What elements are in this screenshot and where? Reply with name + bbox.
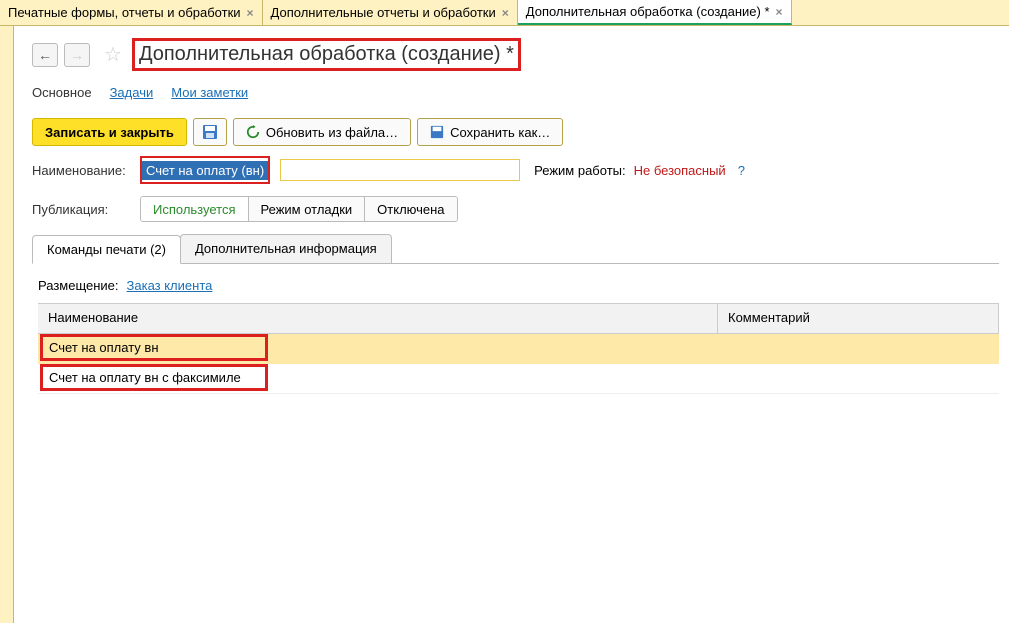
nav-tasks[interactable]: Задачи: [110, 85, 154, 100]
name-input-ext[interactable]: [280, 159, 520, 181]
row-comment: [718, 334, 999, 364]
publication-label: Публикация:: [32, 202, 132, 217]
commands-grid: Наименование Комментарий Счет на оплату …: [38, 303, 999, 394]
name-label: Наименование:: [32, 163, 132, 178]
publication-used[interactable]: Используется: [141, 197, 249, 221]
placement-link[interactable]: Заказ клиента: [127, 278, 213, 293]
save-as-button[interactable]: Сохранить как…: [417, 118, 563, 146]
top-tab-extra-processing[interactable]: Дополнительная обработка (создание) * ×: [518, 0, 792, 25]
placement-label: Размещение:: [38, 278, 119, 293]
tab-extra-info[interactable]: Дополнительная информация: [180, 234, 392, 263]
tab-label: Дополнительные отчеты и обработки: [271, 5, 496, 20]
col-header-name[interactable]: Наименование: [38, 304, 718, 333]
name-value: Счет на оплату (вн): [142, 161, 268, 180]
tab-label: Команды печати (2): [47, 242, 166, 257]
favorite-star-icon[interactable]: ☆: [104, 42, 122, 67]
help-icon[interactable]: ?: [738, 163, 745, 178]
table-row[interactable]: Счет на оплату вн: [38, 334, 999, 364]
tab-label: Печатные формы, отчеты и обработки: [8, 5, 241, 20]
close-icon[interactable]: ×: [247, 6, 254, 20]
tab-label: Дополнительная обработка (создание) *: [526, 4, 770, 19]
save-button[interactable]: [193, 118, 227, 146]
publication-disabled[interactable]: Отключена: [365, 197, 456, 221]
mode-label: Режим работы:: [534, 163, 625, 178]
name-field[interactable]: Счет на оплату (вн): [140, 156, 270, 184]
tab-print-commands[interactable]: Команды печати (2): [32, 235, 181, 264]
tab-label: Дополнительная информация: [195, 241, 377, 256]
table-row[interactable]: Счет на оплату вн с факсимиле: [38, 364, 999, 394]
col-header-comment[interactable]: Комментарий: [718, 304, 999, 333]
refresh-icon: [246, 125, 260, 139]
nav-back-button[interactable]: ←: [32, 43, 58, 67]
button-label: Обновить из файла…: [266, 125, 398, 140]
nav-forward-button: →: [64, 43, 90, 67]
top-tab-extra-reports[interactable]: Дополнительные отчеты и обработки ×: [263, 0, 518, 25]
mode-value: Не безопасный: [634, 163, 726, 178]
close-icon[interactable]: ×: [776, 5, 783, 19]
floppy-icon: [202, 124, 218, 140]
publication-debug[interactable]: Режим отладки: [249, 197, 366, 221]
publication-toggle: Используется Режим отладки Отключена: [140, 196, 458, 222]
button-label: Записать и закрыть: [45, 125, 174, 140]
toggle-label: Отключена: [377, 202, 444, 217]
row-name: Счет на оплату вн: [40, 334, 268, 361]
button-label: Сохранить как…: [450, 125, 550, 140]
close-icon[interactable]: ×: [502, 6, 509, 20]
nav-notes[interactable]: Мои заметки: [171, 85, 248, 100]
row-comment: [718, 364, 999, 394]
toggle-label: Используется: [153, 202, 236, 217]
page-title: Дополнительная обработка (создание) *: [132, 38, 521, 71]
save-close-button[interactable]: Записать и закрыть: [32, 118, 187, 146]
floppy-icon: [430, 125, 444, 139]
side-strip: [0, 26, 14, 623]
top-tab-bar: Печатные формы, отчеты и обработки × Доп…: [0, 0, 1009, 26]
update-from-file-button[interactable]: Обновить из файла…: [233, 118, 411, 146]
nav-main[interactable]: Основное: [32, 85, 92, 100]
toggle-label: Режим отладки: [261, 202, 353, 217]
section-nav: Основное Задачи Мои заметки: [32, 85, 999, 100]
top-tab-print-forms[interactable]: Печатные формы, отчеты и обработки ×: [0, 0, 263, 25]
row-name: Счет на оплату вн с факсимиле: [40, 364, 268, 391]
